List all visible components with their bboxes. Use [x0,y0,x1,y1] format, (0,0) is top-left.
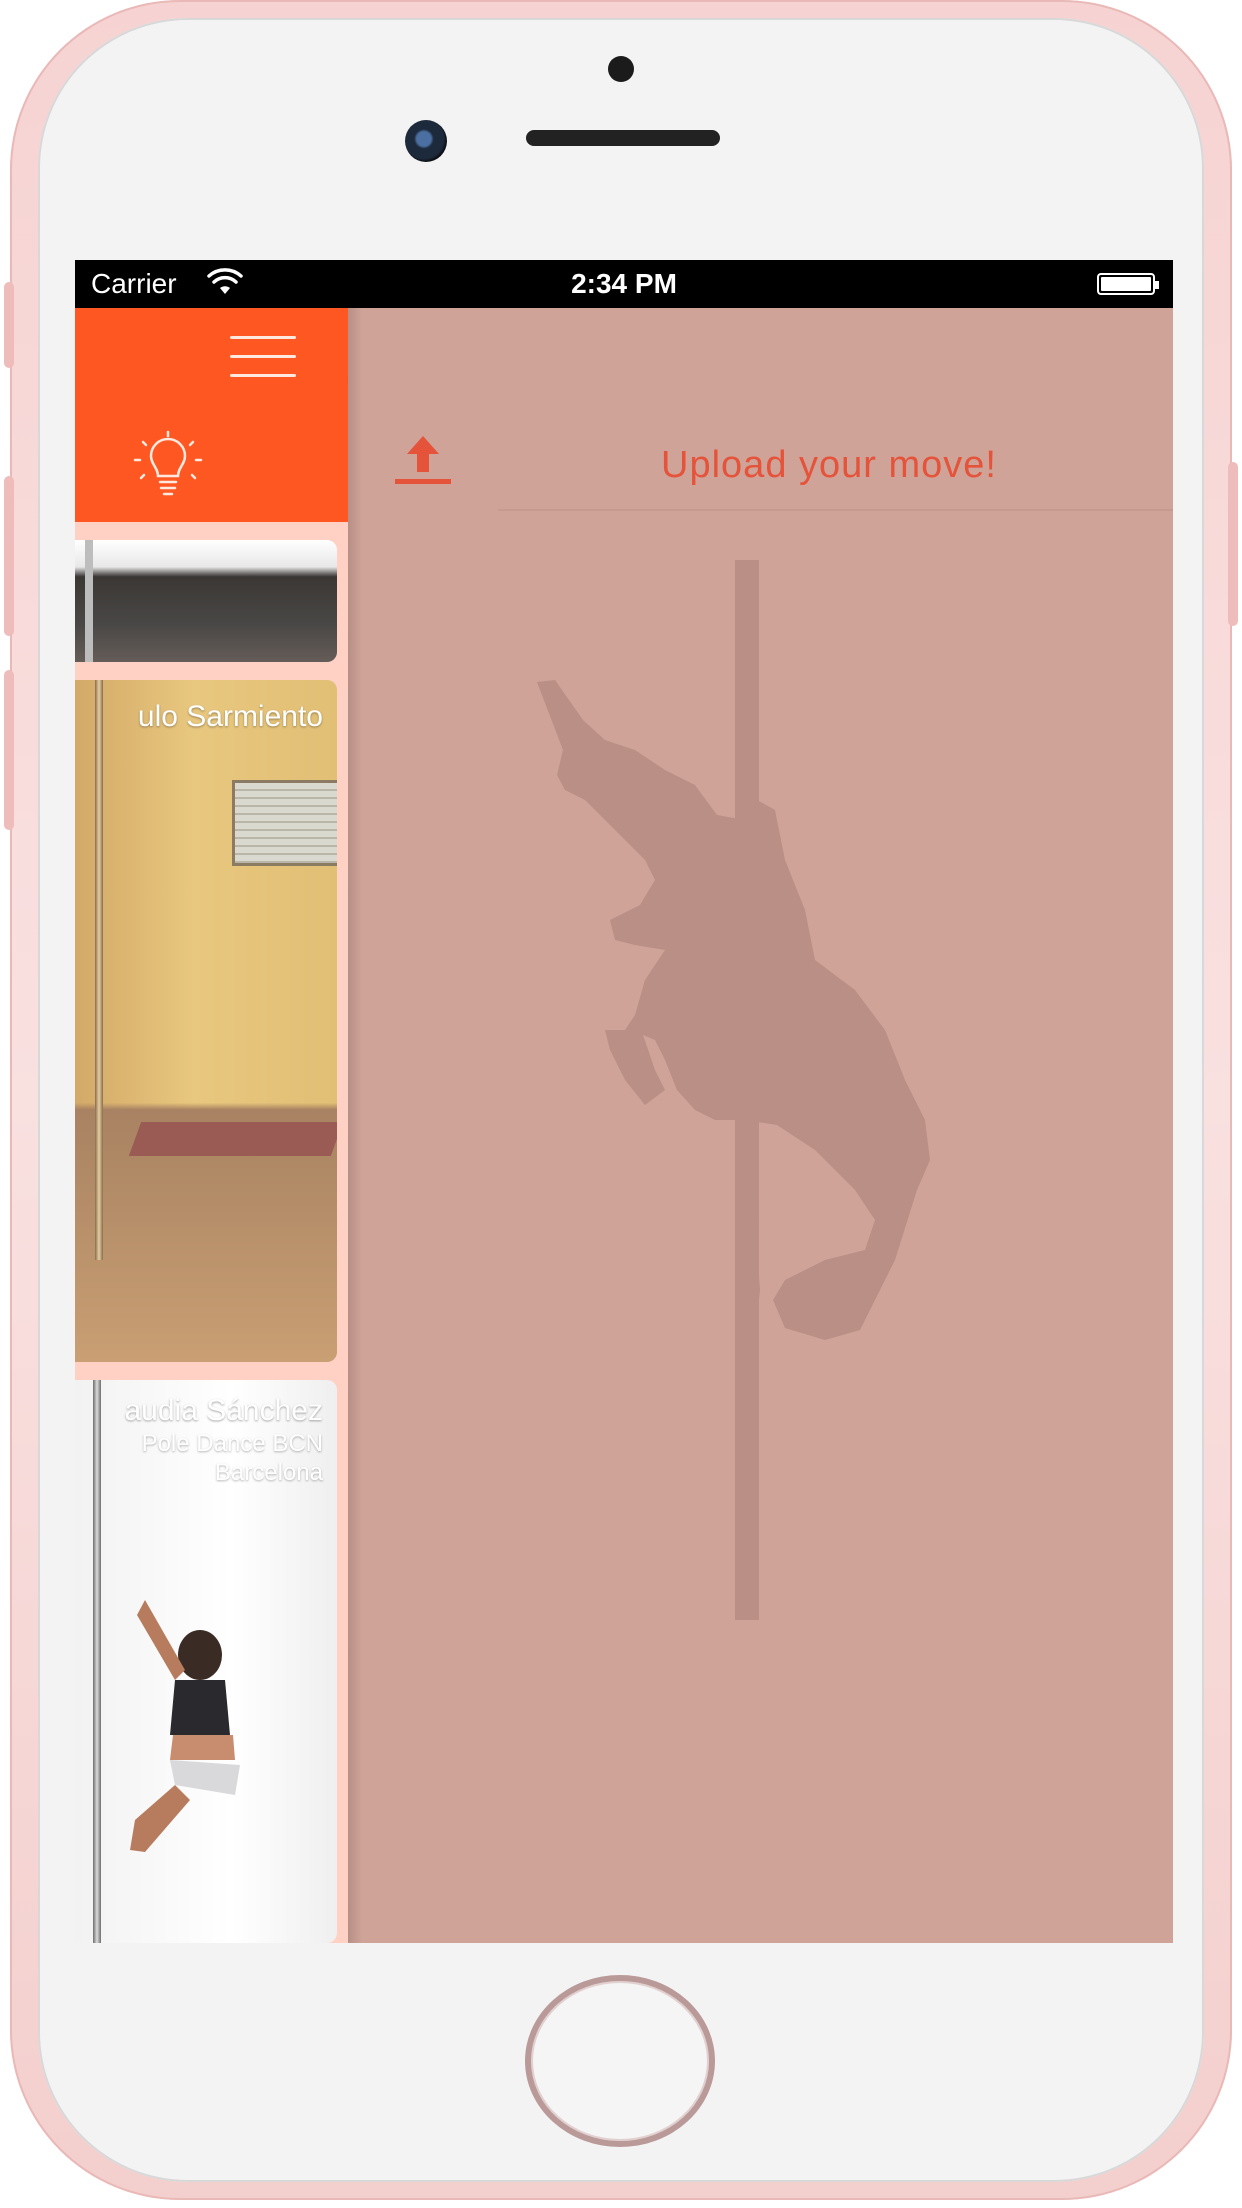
upload-row[interactable]: Upload your move! [375,410,1173,510]
upload-icon[interactable] [395,432,451,488]
earpiece-speaker [526,130,720,146]
hamburger-icon[interactable] [230,336,296,377]
dancer-name: audia Sánchez [124,1394,324,1427]
pole-image [93,1380,101,1943]
home-button[interactable] [525,1975,715,2147]
window-image [232,780,337,866]
upload-label[interactable]: Upload your move! [485,444,1173,487]
volume-down-button [4,670,14,830]
dancer-card[interactable] [75,540,337,662]
app-screen: Carrier 2:34 PM ulo Sarmiento audia Sánc… [75,260,1173,1943]
mat-image [128,1122,337,1156]
pole-image [95,680,103,1260]
dancer-studio: Pole Dance BCN [141,1430,323,1457]
status-bar: Carrier 2:34 PM [75,260,1173,308]
drawer-header [75,308,348,522]
drawer-shadow [348,308,362,1943]
dancer-photo [130,1600,240,1852]
dancer-location: Barcelona [214,1459,323,1486]
dancer-card[interactable]: ulo Sarmiento [75,680,337,1362]
volume-up-button [4,476,14,636]
mute-switch [4,282,14,368]
side-drawer: ulo Sarmiento audia Sánchez Pole Dance B… [75,308,348,1943]
status-time: 2:34 PM [571,268,677,299]
pole-dancer-silhouette [537,560,930,1620]
power-button [1228,462,1238,626]
lightbulb-icon[interactable] [133,430,203,500]
divider [498,509,1173,511]
battery-icon [1097,273,1159,295]
proximity-sensor [608,56,634,82]
dancer-name: ulo Sarmiento [137,700,323,733]
pole-image [85,540,93,662]
dancer-card[interactable]: audia Sánchez Pole Dance BCN Barcelona [75,1380,337,1943]
front-camera [405,120,447,162]
